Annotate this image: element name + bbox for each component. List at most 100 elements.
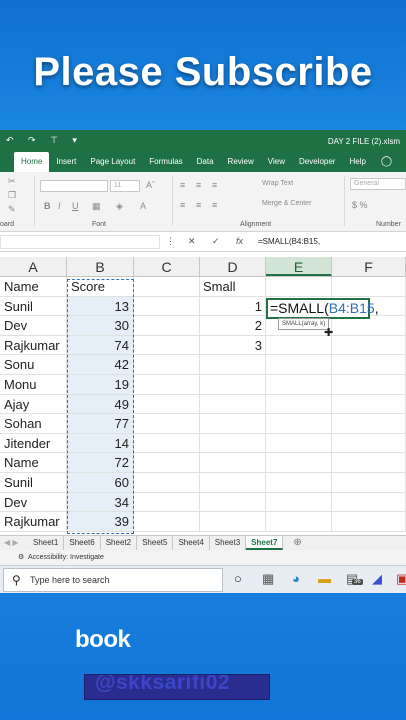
cell-d[interactable] bbox=[200, 492, 266, 512]
cell-e[interactable] bbox=[266, 277, 332, 296]
widgets-icon[interactable]: ▦ bbox=[262, 571, 274, 587]
increase-font-icon[interactable]: Aˆ bbox=[146, 180, 155, 190]
cell-e[interactable] bbox=[266, 335, 332, 355]
enter-formula-button[interactable]: ✓ bbox=[212, 236, 220, 247]
file-explorer-icon[interactable]: ▬ bbox=[318, 571, 331, 586]
cell-b[interactable]: 77 bbox=[67, 414, 134, 433]
tab-formulas[interactable]: Formulas bbox=[142, 157, 189, 172]
cell-c[interactable] bbox=[134, 316, 200, 335]
add-sheet-button[interactable]: ⊕ bbox=[283, 536, 301, 550]
cell-a[interactable]: Monu bbox=[0, 374, 67, 394]
cell-c[interactable] bbox=[134, 433, 200, 453]
cell-d[interactable] bbox=[200, 433, 266, 453]
underline-button[interactable]: U bbox=[72, 201, 79, 211]
active-cell-editor[interactable]: =SMALL(B4:B15, bbox=[266, 298, 379, 319]
cell-f[interactable] bbox=[332, 394, 406, 414]
align-right-icon[interactable]: ≡ bbox=[212, 200, 217, 210]
cell-c[interactable] bbox=[134, 355, 200, 374]
cell-f[interactable] bbox=[332, 414, 406, 433]
font-color-icon[interactable]: A bbox=[140, 201, 146, 211]
sheet-tab-sheet2[interactable]: Sheet2 bbox=[101, 536, 138, 550]
cell-d[interactable] bbox=[200, 512, 266, 531]
merge-center-button[interactable]: Merge & Center bbox=[262, 200, 311, 207]
cell-a[interactable]: Sohan bbox=[0, 414, 67, 433]
sheet-tab-sheet3[interactable]: Sheet3 bbox=[210, 536, 247, 550]
cell-d[interactable] bbox=[200, 453, 266, 472]
cell-c[interactable] bbox=[134, 374, 200, 394]
cell-a[interactable]: Rajkumar bbox=[0, 512, 67, 531]
cell-f[interactable] bbox=[332, 277, 406, 296]
cell-f[interactable] bbox=[332, 374, 406, 394]
tab-help[interactable]: Help bbox=[342, 157, 372, 172]
tab-home[interactable]: Home bbox=[14, 152, 50, 172]
cell-d[interactable] bbox=[200, 355, 266, 374]
cell-b[interactable]: 30 bbox=[67, 316, 134, 335]
cell-c[interactable] bbox=[134, 394, 200, 414]
align-middle-icon[interactable]: ≡ bbox=[196, 180, 201, 190]
cell-e[interactable] bbox=[266, 453, 332, 472]
bold-button[interactable]: B bbox=[44, 201, 51, 211]
cell-b[interactable]: 60 bbox=[67, 472, 134, 492]
app-icon[interactable]: ◢ bbox=[372, 571, 382, 587]
cell-a[interactable]: Dev bbox=[0, 492, 67, 512]
cell-b[interactable]: 34 bbox=[67, 492, 134, 512]
cell-f[interactable] bbox=[332, 335, 406, 355]
sheet-tab-sheet1[interactable]: Sheet1 bbox=[28, 536, 65, 550]
tab-view[interactable]: View bbox=[261, 157, 292, 172]
tab-insert[interactable]: Insert bbox=[49, 157, 83, 172]
column-header-f[interactable]: F bbox=[332, 257, 406, 276]
accessibility-status[interactable]: Accessibility: Investigate bbox=[28, 554, 104, 561]
cell-b[interactable]: 72 bbox=[67, 453, 134, 472]
task-view-icon[interactable]: ○ bbox=[234, 571, 242, 586]
cell-d[interactable] bbox=[200, 414, 266, 433]
cell-b[interactable]: 42 bbox=[67, 355, 134, 374]
name-box[interactable] bbox=[0, 235, 160, 249]
align-center-icon[interactable]: ≡ bbox=[196, 200, 201, 210]
font-name-box[interactable] bbox=[40, 180, 108, 192]
cell-e[interactable] bbox=[266, 355, 332, 374]
tab-developer[interactable]: Developer bbox=[292, 157, 342, 172]
cell-e[interactable] bbox=[266, 433, 332, 453]
cell-d[interactable] bbox=[200, 374, 266, 394]
column-header-e[interactable]: E bbox=[266, 257, 332, 276]
format-painter-icon[interactable]: ✎ bbox=[8, 204, 16, 215]
cell-c[interactable] bbox=[134, 414, 200, 433]
cell-f[interactable] bbox=[332, 355, 406, 374]
sheet-tab-sheet5[interactable]: Sheet5 bbox=[137, 536, 174, 550]
column-header-c[interactable]: C bbox=[134, 257, 200, 276]
sheet-nav-icon[interactable]: ◀ ▶ bbox=[0, 536, 28, 550]
column-header-a[interactable]: A bbox=[0, 257, 67, 276]
cell-a[interactable]: Sonu bbox=[0, 355, 67, 374]
cell-f[interactable] bbox=[332, 472, 406, 492]
cell-c[interactable] bbox=[134, 277, 200, 296]
cell-a[interactable]: Name bbox=[0, 277, 67, 296]
cell-c[interactable] bbox=[134, 296, 200, 316]
cell-c[interactable] bbox=[134, 453, 200, 472]
italic-button[interactable]: I bbox=[58, 201, 61, 211]
cell-e[interactable] bbox=[266, 492, 332, 512]
office-app-icon[interactable]: ▣ bbox=[396, 571, 406, 587]
currency-icon[interactable]: $ % bbox=[352, 200, 368, 210]
tab-page-layout[interactable]: Page Layout bbox=[83, 157, 142, 172]
align-left-icon[interactable]: ≡ bbox=[180, 200, 185, 210]
cell-c[interactable] bbox=[134, 335, 200, 355]
column-header-d[interactable]: D bbox=[200, 257, 266, 276]
tab-review[interactable]: Review bbox=[221, 157, 261, 172]
formula-input[interactable]: =SMALL(B4:B15, bbox=[258, 237, 320, 246]
cell-e[interactable] bbox=[266, 512, 332, 531]
number-format-box[interactable]: General bbox=[350, 178, 406, 190]
cell-a[interactable]: Dev bbox=[0, 316, 67, 335]
cell-d[interactable] bbox=[200, 394, 266, 414]
cell-d[interactable] bbox=[200, 472, 266, 492]
align-top-icon[interactable]: ≡ bbox=[180, 180, 185, 190]
cell-c[interactable] bbox=[134, 492, 200, 512]
sheet-tab-sheet7[interactable]: Sheet7 bbox=[246, 536, 284, 550]
sheet-tab-sheet4[interactable]: Sheet4 bbox=[173, 536, 210, 550]
cell-b[interactable]: 49 bbox=[67, 394, 134, 414]
cell-a[interactable]: Ajay bbox=[0, 394, 67, 414]
quick-access-toolbar[interactable]: ↶ ↷ ⊤ ▾ bbox=[6, 135, 83, 146]
cell-b[interactable]: Score bbox=[67, 277, 134, 296]
cell-f[interactable] bbox=[332, 433, 406, 453]
cell-a[interactable]: Jitender bbox=[0, 433, 67, 453]
cell-a[interactable]: Sunil bbox=[0, 296, 67, 316]
